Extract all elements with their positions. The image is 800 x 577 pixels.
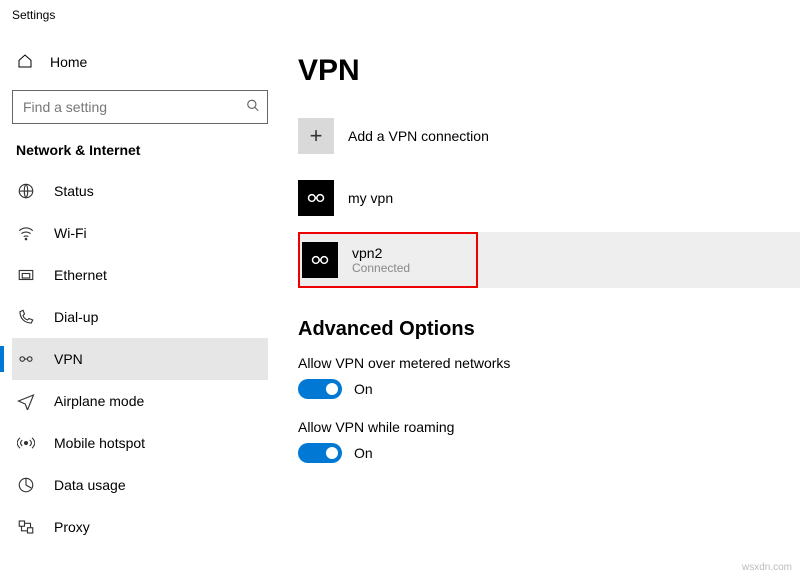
sidebar-item-label: Proxy — [54, 519, 90, 535]
vpn-connection-selected-wrap: vpn2 Connected — [298, 232, 708, 288]
vpn-connection-name: vpn2 — [352, 245, 410, 261]
sidebar-item-status[interactable]: Status — [12, 170, 268, 212]
setting-roaming: Allow VPN while roaming On — [298, 419, 800, 463]
toggle-metered[interactable] — [298, 379, 342, 399]
window-title: Settings — [12, 8, 55, 22]
settings-window: Settings Home Network & Internet — [0, 0, 800, 577]
setting-label: Allow VPN over metered networks — [298, 355, 800, 371]
vpn-connection-item[interactable]: vpn2 Connected — [302, 236, 474, 284]
status-icon — [16, 182, 36, 200]
wifi-icon — [16, 224, 36, 242]
sidebar-item-label: Dial-up — [54, 309, 98, 325]
sidebar-item-wifi[interactable]: Wi-Fi — [12, 212, 268, 254]
vpn-connection-name: my vpn — [348, 190, 393, 206]
home-button[interactable]: Home — [12, 42, 268, 82]
setting-metered: Allow VPN over metered networks On — [298, 355, 800, 399]
vpn-icon — [16, 350, 36, 368]
toggle-roaming[interactable] — [298, 443, 342, 463]
vpn-connection-status: Connected — [352, 261, 410, 275]
sidebar-item-dialup[interactable]: Dial-up — [12, 296, 268, 338]
advanced-options-header: Advanced Options — [298, 318, 800, 341]
sidebar: Home Network & Internet Status — [0, 30, 280, 577]
sidebar-item-datausage[interactable]: Data usage — [12, 464, 268, 506]
sidebar-item-airplane[interactable]: Airplane mode — [12, 380, 268, 422]
watermark: wsxdn.com — [742, 562, 792, 573]
sidebar-item-label: Wi-Fi — [54, 225, 87, 241]
search-wrap — [12, 90, 268, 124]
category-header: Network & Internet — [12, 138, 268, 170]
vpn-connection-item[interactable]: my vpn — [298, 170, 708, 226]
home-icon — [16, 53, 34, 72]
vpn-list: + Add a VPN connection my vpn — [298, 108, 708, 288]
search-icon — [246, 99, 260, 116]
home-label: Home — [50, 54, 87, 70]
vpn-connection-icon — [298, 180, 334, 216]
sidebar-item-label: Ethernet — [54, 267, 107, 283]
page-title: VPN — [298, 54, 800, 88]
sidebar-item-label: VPN — [54, 351, 83, 367]
datausage-icon — [16, 476, 36, 494]
add-vpn-button[interactable]: + Add a VPN connection — [298, 108, 708, 164]
vpn-connection-icon — [302, 242, 338, 278]
sidebar-item-label: Data usage — [54, 477, 126, 493]
add-vpn-label: Add a VPN connection — [348, 128, 489, 144]
window-titlebar: Settings — [0, 0, 800, 30]
sidebar-item-label: Airplane mode — [54, 393, 144, 409]
toggle-state-label: On — [354, 381, 373, 397]
sidebar-item-ethernet[interactable]: Ethernet — [12, 254, 268, 296]
search-input[interactable] — [12, 90, 268, 124]
ethernet-icon — [16, 266, 36, 284]
dialup-icon — [16, 308, 36, 326]
setting-label: Allow VPN while roaming — [298, 419, 800, 435]
content-area: Home Network & Internet Status — [0, 30, 800, 577]
hotspot-icon — [16, 434, 36, 452]
sidebar-item-vpn[interactable]: VPN — [12, 338, 268, 380]
highlight-annotation: vpn2 Connected — [298, 232, 478, 288]
sidebar-item-proxy[interactable]: Proxy — [12, 506, 268, 548]
main-panel: VPN + Add a VPN connection my vpn — [280, 30, 800, 577]
sidebar-item-label: Mobile hotspot — [54, 435, 145, 451]
proxy-icon — [16, 518, 36, 536]
airplane-icon — [16, 392, 36, 410]
toggle-state-label: On — [354, 445, 373, 461]
plus-icon: + — [298, 118, 334, 154]
sidebar-item-hotspot[interactable]: Mobile hotspot — [12, 422, 268, 464]
nav-list: Status Wi-Fi Ethernet — [12, 170, 268, 548]
sidebar-item-label: Status — [54, 183, 94, 199]
